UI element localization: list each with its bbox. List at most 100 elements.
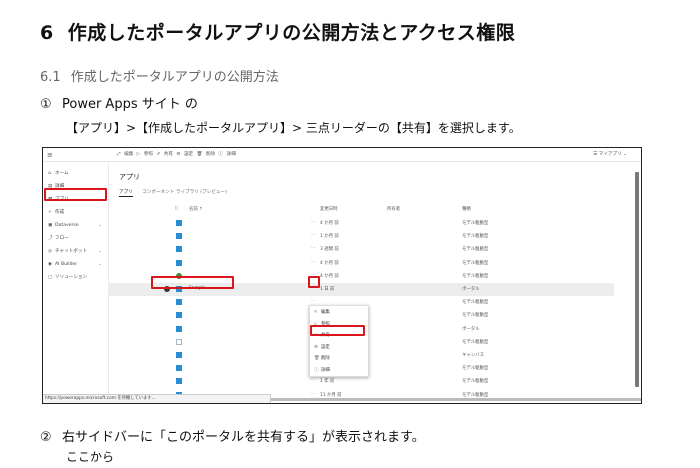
column-owner-header[interactable]: 所有者 [387,206,400,212]
embedded-screenshot: ≡ ⤢ 編集 ▷ 参照 ⇗ 共有 ⚙ 設定 🗑 削除 ⓘ 詳細 ☰ マイアプリ … [42,147,642,404]
row-type: モデル駆動型 [462,339,489,345]
column-icon-header: ▯ [175,206,178,211]
nav-item-label: 作成 [55,210,65,215]
chapter-heading: 6 作成したポータルアプリの公開方法とアクセス権限 [40,18,515,45]
more-options-icon[interactable]: ⋯ [311,378,315,383]
context-menu-item-label: 詳細 [321,367,330,373]
nav-item[interactable]: ▢ ソリューション [45,273,105,283]
nav-item-icon: + [48,210,52,215]
step-2-mark: ② [40,430,52,445]
table-row[interactable]: 4 か月 前 モデル駆動型 ⋯ [109,217,614,230]
row-modified: 4 か月 前 [320,221,339,226]
nav-item-icon: ◎ [48,249,53,254]
app-icon [176,365,182,372]
row-modified: 4 か月 前 [320,260,339,266]
row-type: モデル駆動型 [462,234,489,240]
context-menu: ✎ 編集 ▷ 参照 ⇗ 共有 ⚙ 設定 🗑削除 ⓘ 詳細 [309,305,369,377]
row-type: モデル駆動型 [462,260,489,266]
hamburger-icon[interactable]: ≡ [47,151,53,159]
row-type: モデル駆動型 [462,379,489,385]
browser-status-bar: https://powerapps.microsoft.com を待機しています… [43,394,271,403]
context-menu-item-label: 設定 [321,344,330,350]
context-menu-item[interactable]: ⚙ 設定 [310,343,368,353]
row-type: キャンバス [462,353,484,358]
my-apps-filter[interactable]: ☰ マイアプリ ⌄ [593,151,627,157]
chevron-down-icon[interactable]: ⌄ [98,247,102,257]
row-type: モデル駆動型 [462,300,489,306]
app-icon [176,338,182,345]
nav-item[interactable]: ◉ AI Builder ⌄ [45,260,105,270]
nav-item-label: Dataverse [55,223,79,228]
row-type: ポータル [462,326,480,332]
row-modified: 11 か月 前 [320,392,342,398]
more-options-icon[interactable]: ⋯ [311,392,315,397]
context-menu-item[interactable]: ✎ 編集 [310,308,368,318]
app-icon [176,259,182,266]
chapter-title: 作成したポータルアプリの公開方法とアクセス権限 [67,22,516,44]
more-options-icon[interactable]: ⋯ [311,299,315,304]
nav-item-icon: ▣ [48,223,53,228]
nav-item[interactable]: ◎ チャットボット ⌄ [45,247,105,257]
screenshot-command-bar: ≡ ⤢ 編集 ▷ 参照 ⇗ 共有 ⚙ 設定 🗑 削除 ⓘ 詳細 ☰ マイアプリ … [43,148,641,162]
step-2-text: 右サイドバーに「このポータルを共有する」が表示されます。 [62,430,425,445]
nav-item[interactable]: + 作成 [45,208,105,218]
highlight-apps-nav [44,188,107,201]
nav-item[interactable]: ⤴ フロー [45,234,105,244]
app-icon [176,378,182,385]
row-type: モデル駆動型 [462,221,489,226]
nav-item-label: ホーム [55,171,69,176]
nav-item[interactable]: ▣ Dataverse ⌄ [45,221,105,231]
table-row[interactable]: 1 年 前 モデル駆動型 ⋯ [109,375,614,388]
context-menu-item-label: 編集 [321,310,330,315]
row-type: モデル駆動型 [462,392,489,398]
tab-component-library[interactable]: コンポーネント ライブラリ (プレビュー) [142,190,227,195]
section-heading: 6.1 作成したポータルアプリの公開方法 [40,66,279,85]
nav-item-label: チャットボット [55,249,88,254]
step-2: ② 右サイドバーに「このポータルを共有する」が表示されます。 [40,426,425,445]
context-menu-item-icon: 🗑 [314,356,320,361]
more-options-icon[interactable]: ⋯ [311,260,315,265]
context-menu-item-icon: ⓘ [314,367,319,373]
apps-tabs: アプリ コンポーネント ライブラリ (プレビュー) [119,189,227,197]
table-row[interactable]: 1 か月 前 モデル駆動型 ⋯ [109,230,614,243]
screenshot-main: アプリ アプリ コンポーネント ライブラリ (プレビュー) ▯ 名前 ↑ 変更日… [109,162,641,403]
nav-item[interactable]: ⌂ ホーム [45,169,105,179]
column-type-header[interactable]: 種類 [462,206,471,212]
more-options-icon[interactable]: ⋯ [311,246,315,251]
nav-item-label: フロー [55,236,69,241]
context-menu-item[interactable]: 🗑削除 [310,354,368,364]
column-modified-header[interactable]: 変更日時 [320,206,338,212]
context-menu-item-label: 削除 [321,356,330,361]
row-modified: 1 年 前 [320,379,335,385]
nav-item-icon: ◉ [48,262,53,267]
row-type: モデル駆動型 [462,247,489,253]
app-icon [176,246,182,253]
apps-page-title: アプリ [119,173,140,181]
table-row[interactable]: 3 週間 前 モデル駆動型 ⋯ [109,243,614,256]
tab-apps[interactable]: アプリ [119,190,133,197]
highlight-sample-row [151,276,234,289]
step-1-text: Power Apps サイト の [62,97,198,112]
nav-item-icon: ▢ [48,275,53,280]
table-row[interactable]: 4 か月 前 モデル駆動型 ⋯ [109,257,614,270]
step-1-mark: ① [40,97,52,112]
chevron-down-icon[interactable]: ⌄ [98,221,102,231]
app-icon [176,220,182,226]
row-type: モデル駆動型 [462,366,489,372]
row-type: モデル駆動型 [462,313,489,319]
more-options-icon[interactable]: ⋯ [311,220,315,225]
app-icon [176,352,182,358]
command-bar-actions[interactable]: ⤢ 編集 ▷ 参照 ⇗ 共有 ⚙ 設定 🗑 削除 ⓘ 詳細 [117,151,236,157]
column-name-header[interactable]: 名前 ↑ [189,206,203,212]
more-options-icon[interactable]: ⋯ [311,233,315,238]
context-menu-item-icon: ✎ [314,310,318,315]
nav-item-icon: ⌂ [48,171,51,176]
section-title: 作成したポータルアプリの公開方法 [70,70,279,85]
context-menu-item[interactable]: ⓘ 詳細 [310,366,368,376]
chevron-down-icon[interactable]: ⌄ [98,260,102,270]
horizontal-scrollbar[interactable] [271,398,641,401]
row-modified: 1 日 前 [320,287,335,292]
row-type: モデル駆動型 [462,273,489,279]
step-1-detail: 【アプリ】>【作成したポータルアプリ】> 三点リーダーの【共有】を選択します。 [66,121,521,135]
vertical-scrollbar[interactable] [635,172,639,387]
